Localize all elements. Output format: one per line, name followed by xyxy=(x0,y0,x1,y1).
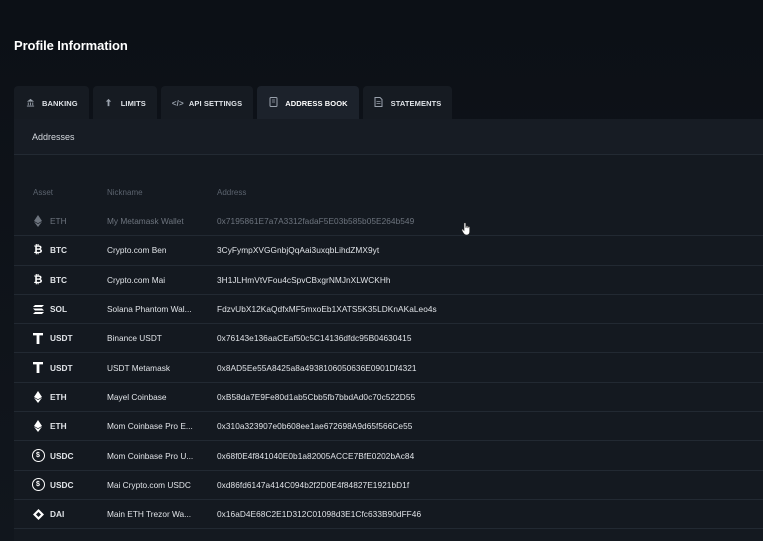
code-icon: </> xyxy=(171,98,184,108)
limits-icon xyxy=(104,98,114,109)
wallet-address: 0x8AD5Ee55A8425a8a4938106050636E0901Df43… xyxy=(217,362,417,373)
address-row[interactable]: ETH My Metamask Wallet 0x7195861E7a7A3312f… xyxy=(14,207,763,237)
address-row[interactable]: DAI Main ETH Trezor Wa... 0x16aD4E68C2E1D3… xyxy=(14,500,763,530)
tab-bar: BANKING LIMITS </> API SETTINGS ADDRESS … xyxy=(14,85,456,120)
page-title: Profile Information xyxy=(14,38,128,53)
address-nickname: USDT Metamask xyxy=(107,362,171,373)
address-row[interactable]: USDT USDT Metamask 0x8AD5Ee55A8425a8a49381… xyxy=(14,353,763,383)
table-header: Asset Nickname Address xyxy=(14,188,763,200)
address-nickname: Main ETH Trezor Wa... xyxy=(107,509,192,520)
bank-icon xyxy=(25,98,35,109)
column-asset: Asset xyxy=(33,188,54,197)
wallet-address: 0xB58da7E9Fe80d1ab5Cbb5fb7bbdAd0c70c522D… xyxy=(217,391,416,402)
asset-symbol: BTC xyxy=(50,245,68,256)
dai-icon xyxy=(31,507,45,521)
btc-icon: ₿ xyxy=(33,244,43,257)
column-nickname: Nickname xyxy=(107,188,143,197)
address-nickname: Solana Phantom Wal... xyxy=(107,304,192,315)
address-row[interactable]: ₿ BTC Crypto.com Ben 3CyFympXVGGnbjQqAai3ux… xyxy=(14,236,763,266)
address-nickname: Crypto.com Ben xyxy=(107,245,167,256)
usdt-icon xyxy=(31,361,45,375)
asset-symbol: ETH xyxy=(50,391,67,402)
eth-icon xyxy=(31,419,45,433)
asset-symbol: ETH xyxy=(50,421,67,432)
address-row[interactable]: SOL Solana Phantom Wal... FdzvUbX12KaQdfxM… xyxy=(14,295,763,325)
asset-symbol: BTC xyxy=(50,274,68,285)
tab-banking-label: BANKING xyxy=(42,98,78,108)
address-row[interactable]: $ USDC Mom Coinbase Pro U... 0x68f0E4f84104… xyxy=(14,441,763,471)
address-nickname: Mayel Coinbase xyxy=(107,391,167,402)
asset-symbol: USDC xyxy=(50,479,74,490)
address-nickname: Crypto.com Mai xyxy=(107,274,166,285)
address-nickname: My Metamask Wallet xyxy=(107,216,184,227)
eth-icon xyxy=(31,390,45,404)
address-row[interactable]: ₿ BTC Crypto.com Mai 3H1JLHmVtVFou4cSpvCBxg… xyxy=(14,266,763,295)
usdc-icon: $ xyxy=(31,449,45,463)
wallet-address: 0x76143e136aaCEaf50c5C14136dfdc95B046304… xyxy=(217,333,412,344)
book-icon xyxy=(268,97,278,109)
address-row[interactable]: ETH Mayel Coinbase 0xB58da7E9Fe80d1ab5Cbb5… xyxy=(14,383,763,413)
address-row[interactable]: $ USDC Mai Crypto.com USDC 0xd86fd6147a414C… xyxy=(14,471,763,500)
address-book-panel: Addresses Asset Nickname Address ETH My M… xyxy=(14,119,763,541)
asset-symbol: ETH xyxy=(50,216,67,227)
address-list: ETH My Metamask Wallet 0x7195861E7a7A3312f… xyxy=(14,207,763,530)
tab-statements[interactable]: STATEMENTS xyxy=(362,86,453,120)
wallet-address: FdzvUbX12KaQdfxMF5mxoEb1XATS5K35LDKnAKaL… xyxy=(217,304,437,315)
eth-icon xyxy=(31,214,45,228)
tab-limits-label: LIMITS xyxy=(120,98,146,108)
wallet-address: 0x68f0E4f841040E0b1a82005ACCE7BfE0202bAc… xyxy=(217,450,415,461)
asset-symbol: USDT xyxy=(50,333,73,344)
profile-page: Profile Information BANKING LIMITS </> A… xyxy=(0,0,763,541)
wallet-address: 3H1JLHmVtVFou4cSpvCBxgrNMJnXLWCKHh xyxy=(217,274,391,285)
wallet-address: 0x16aD4E68C2E1D312C01098d3E1Cfc633B90dFF… xyxy=(217,509,422,520)
wallet-address: 3CyFympXVGGnbjQqAai3uxqbLihdZMX9yt xyxy=(217,245,380,256)
wallet-address: 0xd86fd6147a414C094b2f2D0E4f84827E1921bD… xyxy=(217,479,410,490)
address-nickname: Mai Crypto.com USDC xyxy=(107,479,191,490)
tab-api-settings-label: API SETTINGS xyxy=(188,98,243,108)
column-address: Address xyxy=(217,188,247,197)
address-row[interactable]: USDT Binance USDT 0x76143e136aaCEaf50c5C14… xyxy=(14,324,763,354)
wallet-address: 0x310a323907e0b608ee1ae672698A9d65f566Ce… xyxy=(217,421,413,432)
panel-title: Addresses xyxy=(14,119,763,155)
address-nickname: Binance USDT xyxy=(107,333,162,344)
statement-icon xyxy=(374,97,384,109)
tab-statements-label: STATEMENTS xyxy=(390,98,442,108)
mouse-cursor-icon xyxy=(461,222,470,236)
usdt-icon xyxy=(31,331,45,345)
tab-address-book-label: ADDRESS BOOK xyxy=(285,98,348,108)
asset-symbol: DAI xyxy=(50,509,65,520)
btc-icon: ₿ xyxy=(33,273,43,286)
address-nickname: Mom Coinbase Pro E... xyxy=(107,421,193,432)
address-nickname: Mom Coinbase Pro U... xyxy=(107,450,194,461)
asset-symbol: SOL xyxy=(50,304,68,315)
sol-icon xyxy=(31,302,45,316)
tab-address-book[interactable]: ADDRESS BOOK xyxy=(257,86,359,120)
asset-symbol: USDC xyxy=(50,450,74,461)
asset-symbol: USDT xyxy=(50,362,73,373)
tab-banking[interactable]: BANKING xyxy=(14,86,89,120)
usdc-icon: $ xyxy=(31,478,45,492)
wallet-address: 0x7195861E7a7A3312fadaF5E03b585b05E264b5… xyxy=(217,216,415,227)
tab-api-settings[interactable]: </> API SETTINGS xyxy=(160,86,254,120)
tab-limits[interactable]: LIMITS xyxy=(92,86,157,120)
address-row[interactable]: ETH Mom Coinbase Pro E... 0x310a323907e0b6… xyxy=(14,412,763,442)
